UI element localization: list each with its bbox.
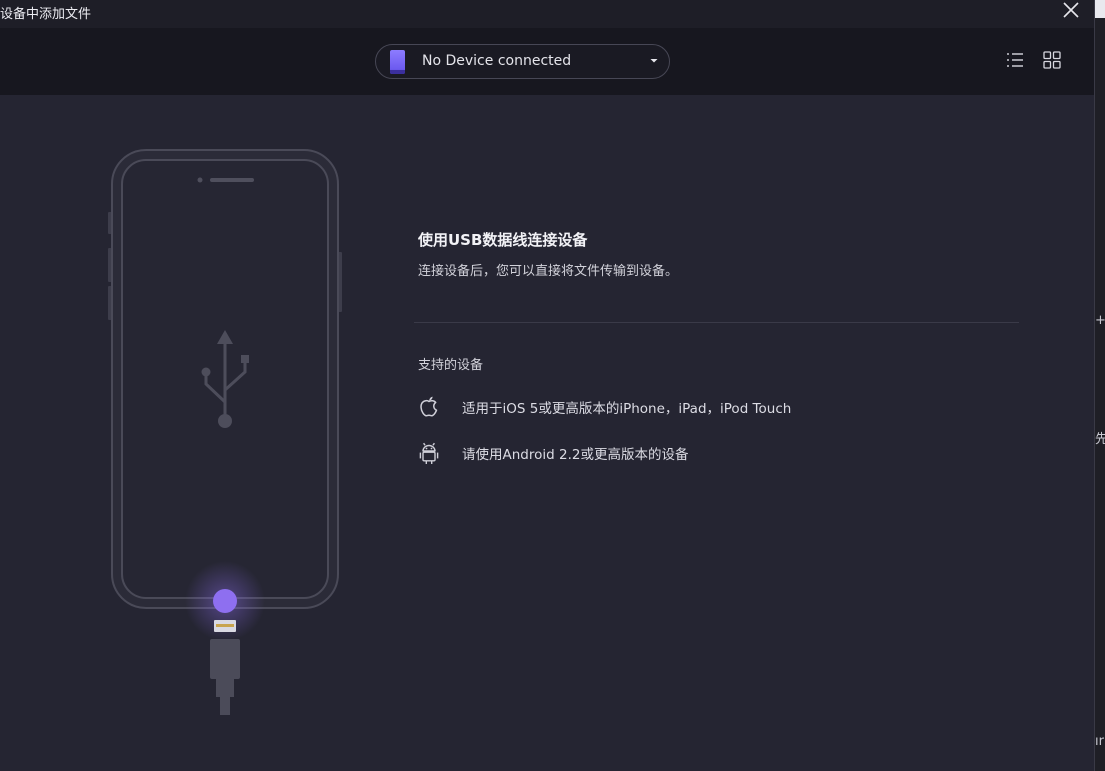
supported-devices-title: 支持的设备 bbox=[418, 358, 484, 373]
connect-heading: 使用USB数据线连接设备 bbox=[418, 231, 588, 249]
background-text-1: + bbox=[1095, 313, 1105, 328]
device-toolbar: No Device connected bbox=[0, 28, 1094, 95]
device-dropdown-label: No Device connected bbox=[422, 53, 572, 69]
supported-device-ios: 适用于iOS 5或更高版本的iPhone，iPad，iPod Touch bbox=[416, 393, 896, 421]
android-icon bbox=[419, 442, 439, 464]
grid-view-button[interactable] bbox=[1041, 49, 1063, 71]
list-view-button[interactable] bbox=[1004, 49, 1026, 71]
window-title: 设备中添加文件 bbox=[0, 7, 92, 22]
add-files-dialog: 设备中添加文件 No Device connected 使用USB数据线连接设备… bbox=[0, 0, 1095, 771]
background-window-edge: + 先 ır bbox=[1095, 0, 1105, 771]
background-text-2: 先 bbox=[1095, 432, 1105, 447]
supported-device-android-text: 请使用Android 2.2或更高版本的设备 bbox=[462, 447, 689, 463]
apple-icon bbox=[420, 396, 438, 417]
phone-device-icon bbox=[390, 50, 405, 74]
list-view-icon bbox=[1007, 53, 1023, 67]
close-button[interactable] bbox=[1059, 0, 1083, 24]
close-icon bbox=[1063, 2, 1079, 18]
section-divider bbox=[414, 322, 1019, 323]
usb-phone-illustration bbox=[108, 149, 342, 715]
background-window-bar bbox=[1095, 0, 1105, 18]
supported-device-ios-text: 适用于iOS 5或更高版本的iPhone，iPad，iPod Touch bbox=[462, 401, 792, 417]
grid-view-icon bbox=[1043, 51, 1061, 69]
title-bar: 设备中添加文件 bbox=[0, 0, 1094, 28]
connect-description: 连接设备后，您可以直接将文件传输到设备。 bbox=[418, 264, 679, 279]
background-text-3: ır bbox=[1095, 734, 1104, 749]
device-dropdown[interactable]: No Device connected bbox=[375, 44, 670, 79]
supported-device-android: 请使用Android 2.2或更高版本的设备 bbox=[416, 439, 896, 467]
chevron-down-icon bbox=[650, 59, 658, 63]
